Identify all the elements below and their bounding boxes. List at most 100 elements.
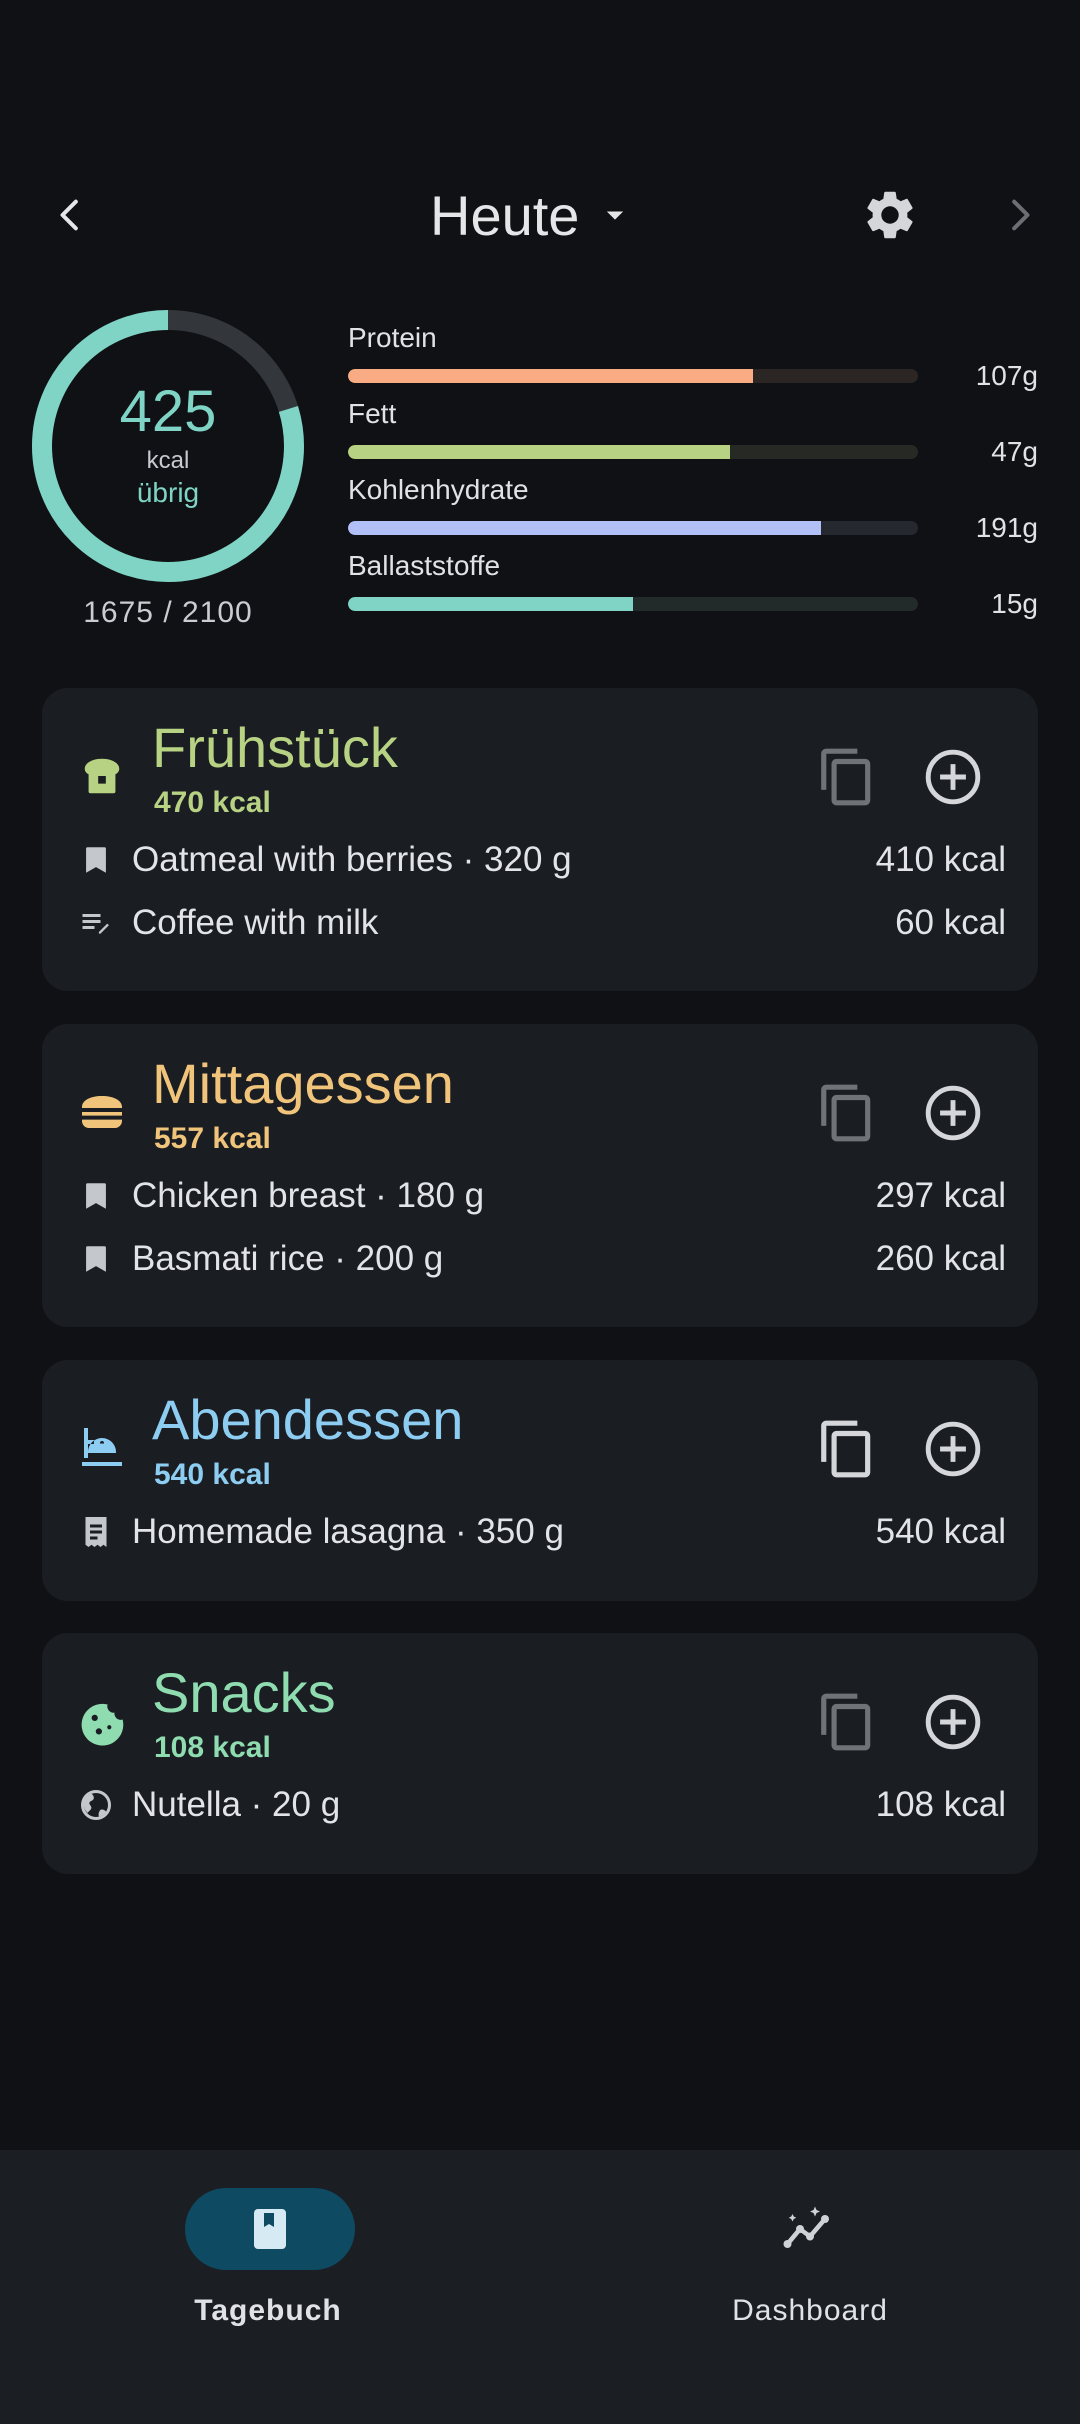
copy-meal-button[interactable] xyxy=(812,1078,882,1148)
macro-progress-fill xyxy=(348,597,633,611)
macro-fett: Fett 47g xyxy=(346,398,1046,474)
remaining-kcal-unit: kcal xyxy=(146,447,190,474)
food-entry-name: Nutella · 20 g xyxy=(132,1785,341,1824)
add-circle-icon xyxy=(925,1085,981,1141)
meal-kcal: 470 kcal xyxy=(154,786,271,819)
meal-kcal: 557 kcal xyxy=(154,1122,271,1155)
add-circle-icon xyxy=(925,749,981,805)
food-entry[interactable]: Coffee with milk 60 kcal xyxy=(42,891,1038,954)
copy-meal-button[interactable] xyxy=(812,1687,882,1757)
food-entry-kcal: 260 kcal xyxy=(875,1239,1006,1278)
copy-meal-button[interactable] xyxy=(812,742,882,812)
copy-icon xyxy=(821,748,871,806)
meal-header: Snacks 108 kcal xyxy=(42,1633,1038,1773)
macro-progress-fill xyxy=(348,445,730,459)
meal-title: Frühstück xyxy=(152,716,398,779)
bookmark-icon xyxy=(76,1239,116,1279)
meal-title: Abendessen xyxy=(152,1388,464,1451)
meal-kcal: 540 kcal xyxy=(154,1458,271,1491)
food-entry[interactable]: Homemade lasagna · 350 g 540 kcal xyxy=(42,1500,1038,1563)
copy-icon xyxy=(821,1420,871,1478)
food-entry[interactable]: Nutella · 20 g 108 kcal xyxy=(42,1773,1038,1836)
gear-icon xyxy=(867,191,913,239)
copy-icon xyxy=(821,1693,871,1751)
burger-icon xyxy=(76,1086,128,1138)
macro-progress-fill xyxy=(348,521,822,535)
meal-header: Mittagessen 557 kcal xyxy=(42,1024,1038,1164)
previous-day-button[interactable] xyxy=(40,185,100,245)
date-header: Heute xyxy=(0,170,1080,260)
chevron-right-icon xyxy=(1012,199,1030,231)
copy-meal-button[interactable] xyxy=(812,1414,882,1484)
remaining-label: übrig xyxy=(136,477,200,508)
macro-progress-fill xyxy=(348,369,753,383)
add-food-button[interactable] xyxy=(918,742,988,812)
meal-title: Mittagessen xyxy=(152,1052,454,1115)
macro-progress-track xyxy=(348,369,918,383)
globe-icon xyxy=(76,1785,116,1825)
macro-value: 47g xyxy=(991,436,1038,467)
macro-name: Fett xyxy=(348,398,397,429)
date-title: Heute xyxy=(430,183,580,247)
nav-tab-tagebuch[interactable]: Tagebuch xyxy=(105,2188,405,2348)
food-entry-kcal: 108 kcal xyxy=(875,1785,1006,1824)
macro-ballaststoffe: Ballaststoffe 15g xyxy=(346,550,1046,626)
macro-name: Protein xyxy=(348,322,437,353)
food-entry-name: Oatmeal with berries · 320 g xyxy=(132,840,572,879)
food-entry-name: Basmati rice · 200 g xyxy=(132,1239,444,1278)
add-circle-icon xyxy=(925,1421,981,1477)
food-entry[interactable]: Chicken breast · 180 g 297 kcal xyxy=(42,1164,1038,1227)
add-circle-icon xyxy=(925,1694,981,1750)
nav-label: Dashboard xyxy=(732,2294,888,2327)
nav-label: Tagebuch xyxy=(194,2294,342,2327)
macro-name: Kohlenhydrate xyxy=(348,474,529,505)
bookmark-icon xyxy=(76,840,116,880)
food-entry-name: Homemade lasagna · 350 g xyxy=(132,1512,564,1551)
macro-name: Ballaststoffe xyxy=(348,550,501,581)
nav-active-indicator xyxy=(185,2188,355,2270)
macro-protein: Protein 107g xyxy=(346,322,1046,398)
receipt-icon xyxy=(76,1512,116,1552)
food-entry-name: Chicken breast · 180 g xyxy=(132,1176,485,1215)
remaining-kcal-value: 425 xyxy=(119,379,217,444)
macro-kohlenhydrate: Kohlenhydrate 191g xyxy=(346,474,1046,550)
macro-value: 107g xyxy=(975,360,1038,391)
food-entry[interactable]: Oatmeal with berries · 320 g 410 kcal xyxy=(42,828,1038,891)
calorie-ring: 425 kcal übrig xyxy=(30,308,306,584)
insights-icon xyxy=(783,2206,829,2248)
cookie-icon xyxy=(76,1695,128,1747)
nav-icon-wrap xyxy=(725,2188,895,2270)
macro-progress-track xyxy=(348,445,918,459)
meal-card-abendessen: Abendessen 540 kcal Homemade lasagna · 3… xyxy=(42,1360,1038,1601)
meal-card-snacks: Snacks 108 kcal Nutella · 20 g 108 kcal xyxy=(42,1633,1038,1874)
bottom-navigation: Tagebuch Dashboard xyxy=(0,2150,1080,2424)
food-entry[interactable]: Basmati rice · 200 g 260 kcal xyxy=(42,1227,1038,1290)
meal-kcal: 108 kcal xyxy=(154,1731,271,1764)
food-entry-kcal: 60 kcal xyxy=(895,903,1006,942)
add-food-button[interactable] xyxy=(918,1078,988,1148)
macro-value: 15g xyxy=(991,588,1038,619)
macro-progress-track xyxy=(348,597,918,611)
book-icon xyxy=(254,2209,286,2249)
meal-card-fruehstueck: Frühstück 470 kcal Oatmeal with berries … xyxy=(42,688,1038,991)
next-day-button[interactable] xyxy=(990,185,1050,245)
date-selector[interactable]: Heute xyxy=(430,180,629,250)
add-food-button[interactable] xyxy=(918,1687,988,1757)
add-food-button[interactable] xyxy=(918,1414,988,1484)
food-entry-kcal: 540 kcal xyxy=(875,1512,1006,1551)
copy-icon xyxy=(821,1084,871,1142)
nav-tab-dashboard[interactable]: Dashboard xyxy=(645,2188,945,2348)
dinner-icon xyxy=(76,1422,128,1474)
food-entry-name: Coffee with milk xyxy=(132,903,379,942)
settings-button[interactable] xyxy=(860,185,920,245)
meal-title: Snacks xyxy=(152,1661,336,1724)
macro-value: 191g xyxy=(975,512,1038,543)
toast-icon xyxy=(76,750,128,802)
meal-header: Abendessen 540 kcal xyxy=(42,1360,1038,1500)
chevron-left-icon xyxy=(60,199,78,231)
ring-center: 425 kcal übrig xyxy=(30,308,306,584)
edit-note-icon xyxy=(76,903,116,943)
consumed-total: 1675 / 2100 xyxy=(83,596,253,629)
macro-list: Protein 107g Fett 47g Kohlenhydrate 191g… xyxy=(346,322,1046,626)
food-entry-kcal: 297 kcal xyxy=(875,1176,1006,1215)
